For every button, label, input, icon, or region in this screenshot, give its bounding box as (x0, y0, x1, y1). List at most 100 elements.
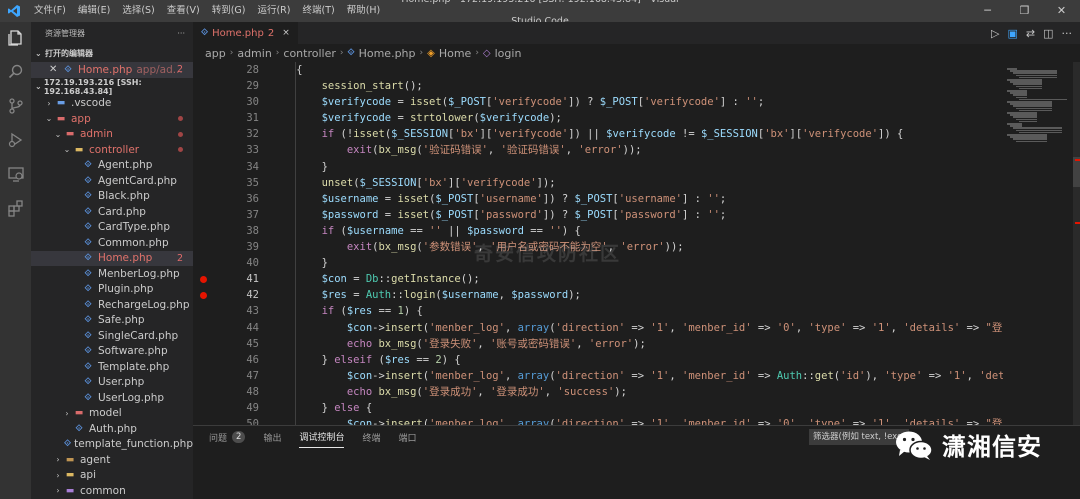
menu-item[interactable]: 文件(F) (28, 0, 72, 22)
close-tab-icon[interactable]: × (282, 28, 290, 38)
workspace-section[interactable]: ⌄ 172.19.193.216 [SSH: 192.168.43.84] (31, 78, 193, 96)
menu-item[interactable]: 帮助(H) (341, 0, 387, 22)
line-number[interactable]: 31 (193, 110, 263, 126)
menu-item[interactable]: 运行(R) (251, 0, 296, 22)
line-number[interactable]: 48 (193, 384, 263, 400)
panel-tab[interactable]: 终端 (362, 426, 380, 448)
editor-scrollbar[interactable] (1073, 62, 1080, 425)
line-number[interactable]: 50 (193, 416, 263, 425)
line-number[interactable]: 34 (193, 159, 263, 175)
folder-item[interactable]: ⌄ ▬ admin (31, 127, 193, 143)
file-item[interactable]: ⟐ Auth.php (31, 421, 193, 437)
line-number[interactable]: 41 (193, 271, 263, 287)
file-item[interactable]: ⟐ RechargeLog.php (31, 297, 193, 313)
line-number[interactable]: 32 (193, 126, 263, 142)
file-item[interactable]: ⟐ Template.php (31, 359, 193, 375)
menu-item[interactable]: 查看(V) (161, 0, 206, 22)
minimap[interactable] (1003, 62, 1073, 425)
file-item[interactable]: ⟐ CardType.php (31, 220, 193, 236)
restore-button[interactable]: ❐ (1006, 0, 1043, 22)
line-number[interactable]: 46 (193, 352, 263, 368)
breadcrumb-item[interactable]: app (205, 47, 226, 60)
more-actions-button[interactable]: ··· (177, 29, 185, 38)
breadcrumb-item[interactable]: controller (283, 47, 335, 60)
folder-item[interactable]: › ▬ model (31, 406, 193, 422)
file-item[interactable]: ⟐ Black.php (31, 189, 193, 205)
open-editors-section[interactable]: ⌄ 打开的编辑器 (31, 44, 193, 62)
tab-home-php[interactable]: ⟐ Home.php 2 × (193, 22, 298, 44)
line-number[interactable]: 39 (193, 239, 263, 255)
panel-tab[interactable]: 问题 2 (209, 426, 246, 448)
file-item[interactable]: ⟐ Agent.php (31, 158, 193, 174)
folder-item[interactable]: › ▬ agent (31, 452, 193, 468)
file-item[interactable]: ⟐ Common.php (31, 235, 193, 251)
compare-icon[interactable]: ⇄ (1026, 27, 1035, 40)
line-number[interactable]: 42 (193, 287, 263, 303)
file-item[interactable]: ⟐ UserLog.php (31, 390, 193, 406)
file-item[interactable]: ⟐ AgentCard.php (31, 173, 193, 189)
folder-item[interactable]: › ▬ common (31, 483, 193, 499)
file-item[interactable]: ⟐ User.php (31, 375, 193, 391)
menu-item[interactable]: 终端(T) (296, 0, 340, 22)
line-number[interactable]: 30 (193, 94, 263, 110)
line-number[interactable]: 45 (193, 336, 263, 352)
scrollbar-thumb[interactable] (1073, 157, 1080, 187)
line-number[interactable]: 29 (193, 78, 263, 94)
folder-item[interactable]: › ▬ api (31, 468, 193, 484)
line-number[interactable]: 40 (193, 255, 263, 271)
code-area[interactable]: { session_start(); $verifycode = isset($… (271, 62, 1003, 425)
breadcrumb-item[interactable]: Home.php (359, 47, 416, 60)
file-item[interactable]: ⟐ Home.php 2 (31, 250, 193, 266)
open-preview-icon[interactable]: ▣ (1007, 27, 1017, 40)
code-token: ]) { (878, 128, 904, 141)
line-number[interactable]: 44 (193, 320, 263, 336)
file-item[interactable]: ⟐ Card.php (31, 204, 193, 220)
remote-explorer-icon[interactable] (6, 164, 26, 184)
search-icon[interactable] (6, 62, 26, 82)
breakpoint-icon[interactable] (200, 276, 207, 284)
breadcrumb-item[interactable]: admin (237, 47, 271, 60)
menu-item[interactable]: 选择(S) (116, 0, 160, 22)
menu-item[interactable]: 转到(G) (206, 0, 252, 22)
file-item[interactable]: ⟐ Plugin.php (31, 282, 193, 298)
folder-item[interactable]: ⌄ ▬ app (31, 111, 193, 127)
line-number[interactable]: 37 (193, 207, 263, 223)
explorer-icon[interactable] (6, 28, 26, 48)
line-number[interactable]: 49 (193, 400, 263, 416)
folder-item[interactable]: › ▬ .vscode (31, 96, 193, 112)
source-control-icon[interactable] (6, 96, 26, 116)
line-number[interactable]: 35 (193, 175, 263, 191)
line-number[interactable]: 36 (193, 191, 263, 207)
line-number-gutter[interactable]: 28 29 30 31 32 33 34 35 36 37 38 39 40 41 42 43 44 45 46 47… (193, 62, 263, 425)
breakpoint-icon[interactable] (200, 292, 207, 300)
line-number-text: 39 (246, 241, 259, 254)
file-item[interactable]: ⟐ Software.php (31, 344, 193, 360)
close-icon[interactable]: ✕ (49, 64, 61, 75)
file-item[interactable]: ⟐ MenberLog.php (31, 266, 193, 282)
file-item[interactable]: ⟐ template_function.php (31, 437, 193, 453)
panel-tab[interactable]: 端口 (398, 426, 416, 448)
extensions-icon[interactable] (6, 198, 26, 218)
line-number[interactable]: 43 (193, 303, 263, 319)
file-item[interactable]: ⟐ Safe.php (31, 313, 193, 329)
run-icon[interactable]: ▷ (991, 27, 999, 40)
folder-item[interactable]: ⌄ ▬ controller (31, 142, 193, 158)
run-debug-icon[interactable] (6, 130, 26, 150)
minimize-button[interactable]: ─ (969, 0, 1006, 22)
menu-item[interactable]: 编辑(E) (72, 0, 116, 22)
chevron-right-icon: › (419, 48, 424, 58)
breadcrumb-item[interactable]: login (495, 47, 522, 60)
more-icon[interactable]: ··· (1062, 27, 1073, 40)
file-item[interactable]: ⟐ SingleCard.php (31, 328, 193, 344)
panel-tab[interactable]: 调试控制台 (299, 426, 345, 448)
tree-item-label: AgentCard.php (98, 174, 177, 187)
split-editor-icon[interactable]: ◫ (1043, 27, 1053, 40)
line-number[interactable]: 47 (193, 368, 263, 384)
line-number[interactable]: 28 (193, 62, 263, 78)
close-window-button[interactable]: ✕ (1043, 0, 1080, 22)
line-number[interactable]: 33 (193, 142, 263, 158)
panel-tab[interactable]: 输出 (263, 426, 281, 448)
line-number[interactable]: 38 (193, 223, 263, 239)
breadcrumb-item[interactable]: Home (439, 47, 471, 60)
open-editor-item[interactable]: ✕ ⟐ Home.php app/ad... 2 (31, 62, 193, 78)
